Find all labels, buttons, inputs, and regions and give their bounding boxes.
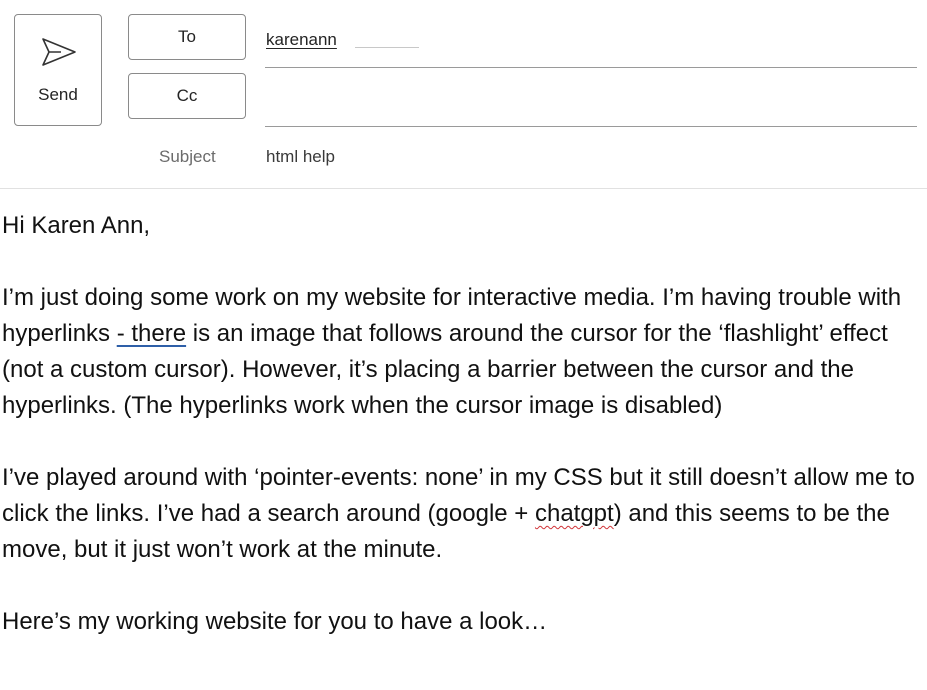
send-icon xyxy=(42,38,76,66)
compose-header: Send To Cc karenann Subject html help xyxy=(0,0,927,189)
greeting: Hi Karen Ann, xyxy=(2,212,151,239)
paragraph-3: Here’s my working website for you to hav… xyxy=(2,608,548,635)
underlined-text: - there xyxy=(116,320,187,347)
subject-label: Subject xyxy=(159,147,216,166)
cc-field[interactable] xyxy=(265,73,917,127)
recipient-chip[interactable]: karenann xyxy=(266,30,337,50)
paragraph-2: I’ve played around with ‘pointer-events:… xyxy=(2,460,922,568)
to-button[interactable]: To xyxy=(128,14,246,60)
spellcheck-word[interactable]: chatgpt xyxy=(535,500,614,527)
to-input[interactable] xyxy=(355,47,419,48)
to-field[interactable]: karenann xyxy=(265,14,917,68)
subject-field[interactable]: html help xyxy=(266,147,916,171)
cc-button[interactable]: Cc xyxy=(128,73,246,119)
message-body[interactable]: Hi Karen Ann, I’m just doing some work o… xyxy=(2,208,922,640)
send-label: Send xyxy=(38,85,78,104)
send-button[interactable]: Send xyxy=(14,14,102,126)
paragraph-1: I’m just doing some work on my website f… xyxy=(2,280,922,424)
